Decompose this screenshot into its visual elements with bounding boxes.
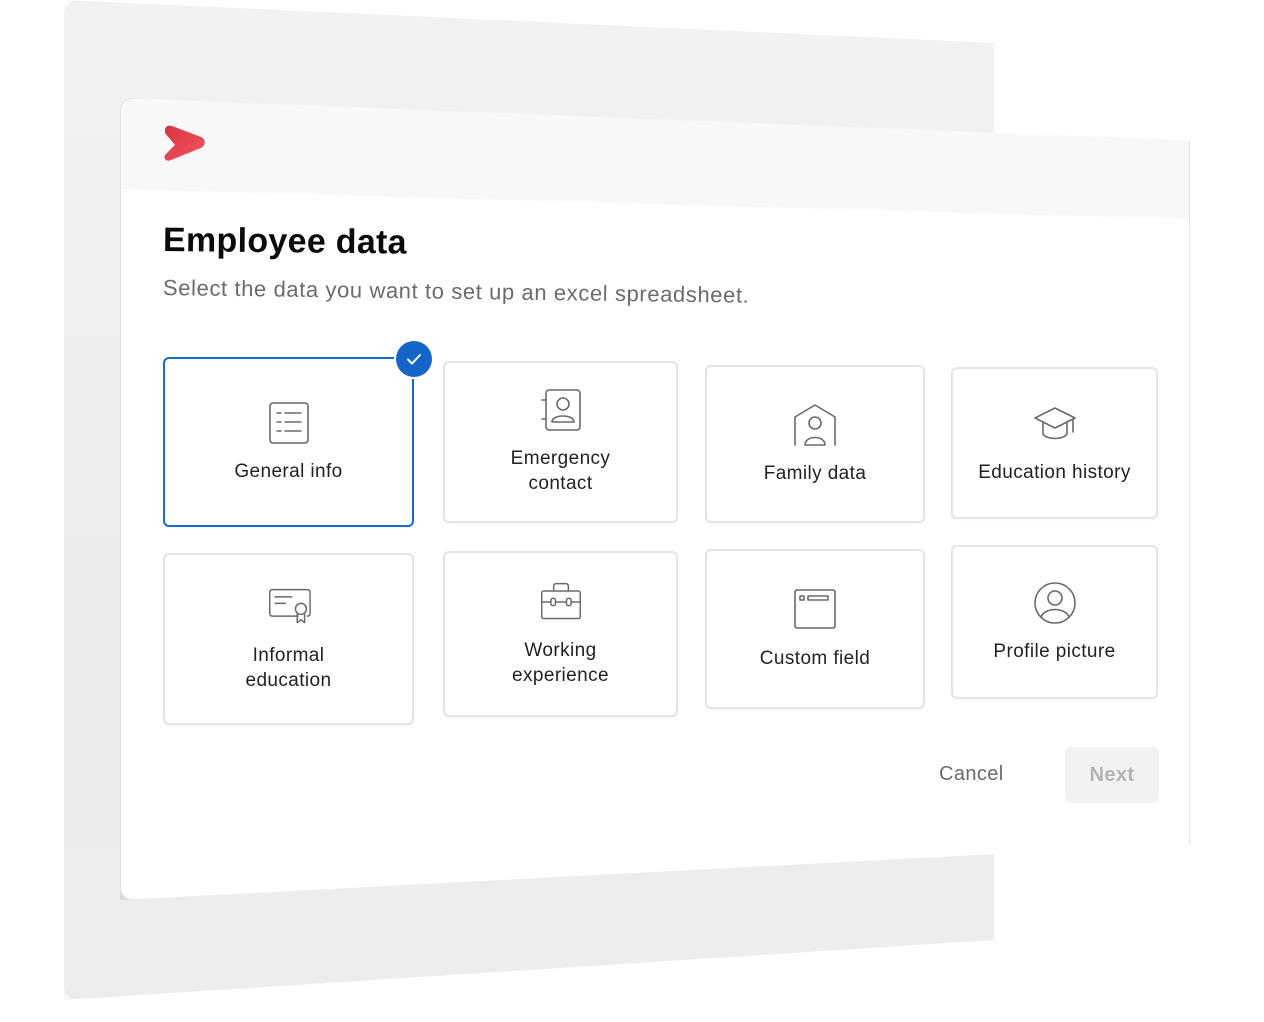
cancel-button[interactable]: Cancel — [939, 763, 1004, 786]
option-profile-picture[interactable]: Profile picture — [951, 545, 1158, 699]
window-field-icon — [793, 588, 837, 632]
next-button[interactable]: Next — [1065, 747, 1159, 803]
option-label: Informal education — [245, 645, 332, 691]
mockup-stage: Employee data Select the data you want t… — [0, 0, 1264, 1022]
option-emergency-contact[interactable]: Emergency contact — [443, 361, 678, 523]
dialog-header — [121, 99, 1189, 219]
option-label: Education history — [978, 461, 1131, 483]
user-circle-icon — [1033, 581, 1077, 625]
house-person-icon — [793, 403, 837, 447]
option-informal-education[interactable]: Informal education — [163, 553, 414, 725]
selected-check-badge — [396, 341, 432, 377]
chevron-play-logo-icon — [164, 125, 205, 161]
option-label: Working experience — [512, 640, 609, 686]
employee-data-dialog: Employee data Select the data you want t… — [120, 98, 1190, 900]
briefcase-icon — [539, 580, 583, 624]
option-education-history[interactable]: Education history — [951, 367, 1158, 519]
dialog-title: Employee data — [162, 221, 408, 262]
certificate-icon — [267, 585, 311, 629]
dialog-subtitle: Select the data you want to set up an ex… — [162, 275, 750, 308]
option-custom-field[interactable]: Custom field — [705, 549, 925, 709]
option-working-experience[interactable]: Working experience — [443, 551, 678, 717]
employee-data-dialog-wrapper: Employee data Select the data you want t… — [120, 98, 1190, 903]
check-icon — [407, 354, 421, 365]
option-general-info[interactable]: General info — [163, 357, 414, 527]
graduation-cap-icon — [1033, 402, 1077, 446]
option-family-data[interactable]: Family data — [705, 365, 925, 523]
option-label: Family data — [763, 462, 867, 484]
option-label: General info — [234, 460, 343, 482]
option-label: Custom field — [759, 647, 871, 669]
option-label: Profile picture — [993, 640, 1116, 662]
list-document-icon — [267, 401, 311, 445]
contact-book-icon — [539, 388, 583, 432]
option-label: Emergency contact — [510, 448, 611, 494]
